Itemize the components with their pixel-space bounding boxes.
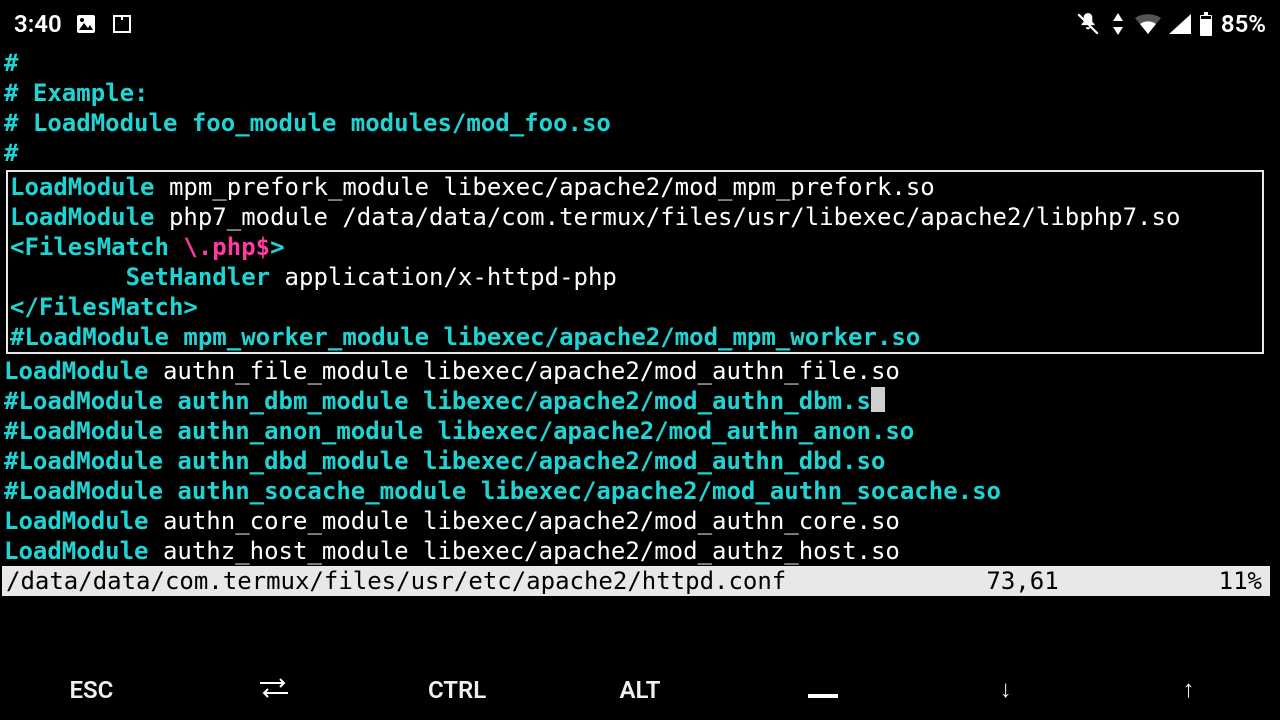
visual-selection: LoadModule mpm_prefork_module libexec/ap… — [6, 170, 1264, 354]
key-down[interactable]: ↓ — [956, 675, 1056, 704]
key-alt[interactable]: ALT — [590, 676, 690, 704]
key-up[interactable]: ↑ — [1138, 675, 1238, 704]
code-line: # LoadModule foo_module modules/mod_foo.… — [4, 108, 1276, 138]
android-status-bar: 3:40 — [0, 0, 1280, 48]
code-line: # — [4, 138, 1276, 168]
vim-file-path: /data/data/com.termux/files/usr/etc/apac… — [6, 567, 786, 595]
terminal-content[interactable]: ## Example:# LoadModule foo_module modul… — [0, 48, 1280, 566]
mute-icon — [1075, 11, 1101, 37]
termux-key-row: ESC CTRL ALT ↓ ↑ — [0, 675, 1280, 704]
signal-icon — [1169, 14, 1191, 34]
code-line: LoadModule authz_host_module libexec/apa… — [4, 536, 1276, 566]
code-line: SetHandler application/x-httpd-php — [10, 262, 1260, 292]
data-icon — [1109, 13, 1127, 35]
code-line: LoadModule mpm_prefork_module libexec/ap… — [10, 172, 1260, 202]
code-line: # — [4, 48, 1276, 78]
code-line: LoadModule authn_core_module libexec/apa… — [4, 506, 1276, 536]
square-icon — [110, 12, 134, 36]
key-esc[interactable]: ESC — [41, 676, 141, 704]
clock: 3:40 — [14, 10, 62, 38]
cursor — [871, 387, 885, 412]
code-line: LoadModule php7_module /data/data/com.te… — [10, 202, 1260, 232]
image-icon — [74, 12, 98, 36]
code-line: </FilesMatch> — [10, 292, 1260, 322]
code-line: #LoadModule authn_socache_module libexec… — [4, 476, 1276, 506]
code-line: <FilesMatch \.php$> — [10, 232, 1260, 262]
code-line: LoadModule authn_file_module libexec/apa… — [4, 356, 1276, 386]
code-line: # Example: — [4, 78, 1276, 108]
wifi-icon — [1135, 14, 1161, 34]
code-line: #LoadModule authn_dbd_module libexec/apa… — [4, 446, 1276, 476]
vim-cursor-pos: 73,61 — [986, 567, 1058, 595]
code-line: #LoadModule authn_anon_module libexec/ap… — [4, 416, 1276, 446]
code-line: #LoadModule mpm_worker_module libexec/ap… — [10, 322, 1260, 352]
battery-percent: 85% — [1221, 10, 1266, 38]
battery-icon — [1199, 12, 1213, 36]
key-tab[interactable] — [224, 676, 324, 704]
code-line: #LoadModule authn_dbm_module libexec/apa… — [4, 386, 1276, 416]
key-ctrl[interactable]: CTRL — [407, 676, 507, 704]
key-dash[interactable] — [773, 676, 873, 704]
vim-scroll-pct: 11% — [1219, 567, 1262, 595]
vim-status-line: /data/data/com.termux/files/usr/etc/apac… — [2, 566, 1270, 596]
